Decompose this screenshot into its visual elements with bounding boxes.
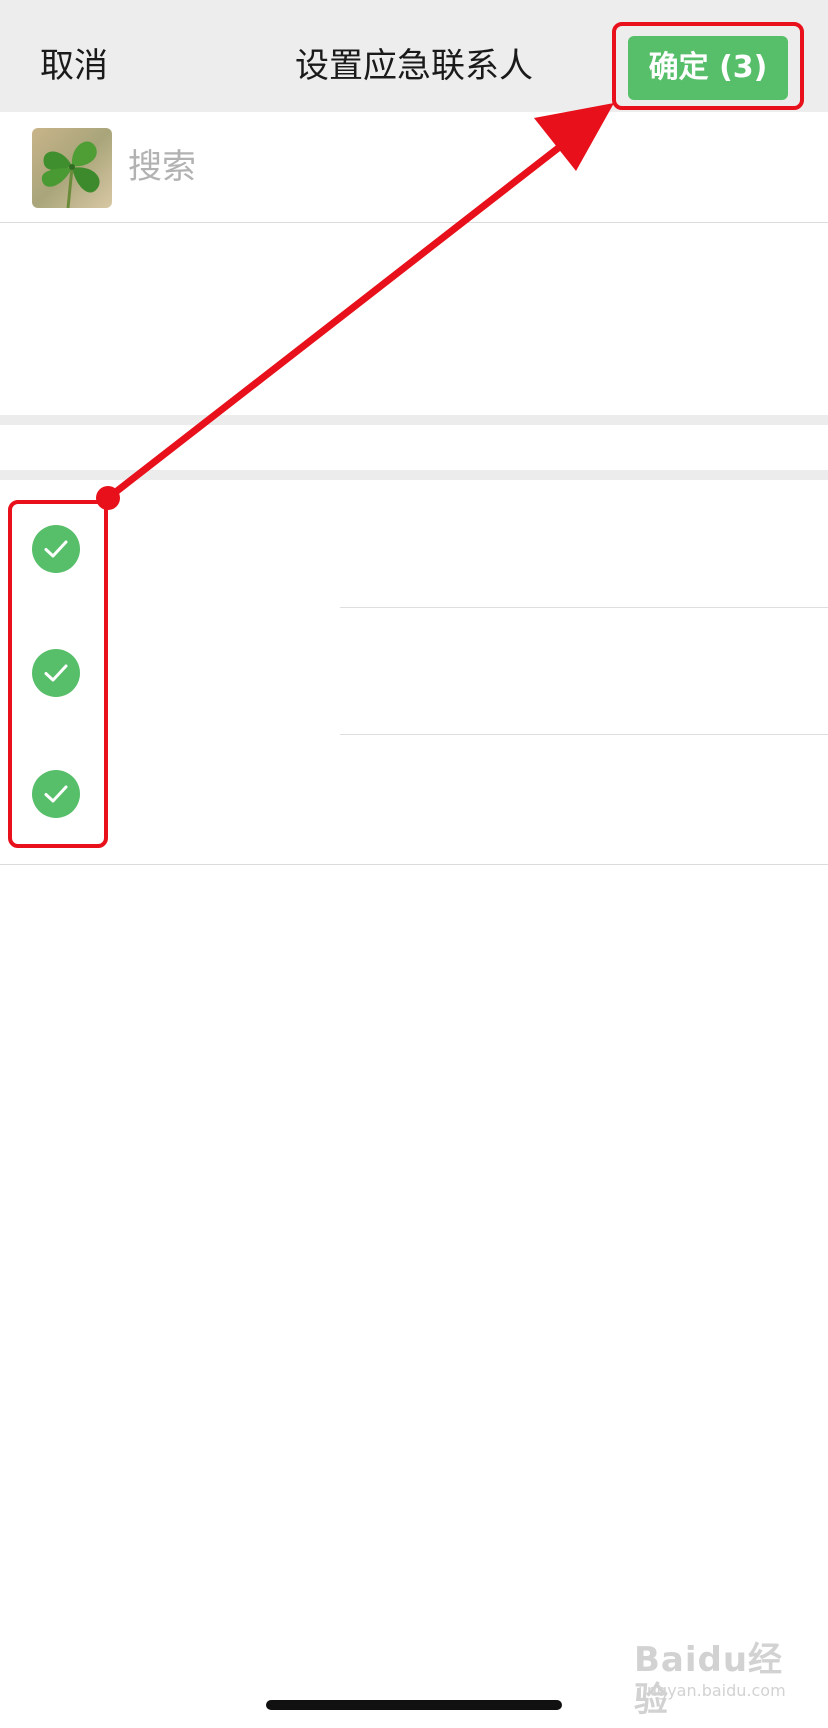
search-input[interactable]: 搜索	[128, 145, 196, 189]
emergency-contact-screen: 取消 设置应急联系人 确定 (3) 搜索 Baidu经验 jingyan.bai…	[0, 0, 828, 1728]
clover-avatar-icon	[32, 128, 112, 208]
home-indicator[interactable]	[266, 1700, 562, 1710]
section-divider	[0, 470, 828, 480]
list-item[interactable]	[0, 734, 828, 860]
list-item[interactable]	[0, 607, 828, 733]
blank-strip	[0, 425, 828, 470]
contact-list	[0, 480, 828, 865]
baidu-watermark: Baidu经验 jingyan.baidu.com	[634, 1640, 814, 1720]
watermark-title: Baidu经验	[634, 1640, 784, 1720]
search-bar[interactable]: 搜索	[0, 112, 828, 223]
annotation-highlight-confirm	[612, 22, 804, 110]
watermark-url: jingyan.baidu.com	[638, 1681, 786, 1700]
section-divider	[0, 415, 828, 425]
list-item[interactable]	[0, 480, 828, 606]
blank-section	[0, 223, 828, 415]
annotation-highlight-checkmarks	[8, 500, 108, 848]
